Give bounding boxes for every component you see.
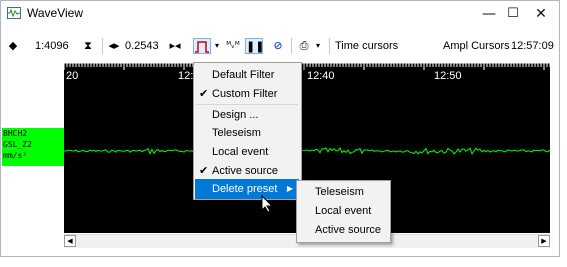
title-bar: WaveView — ☐ ✕ xyxy=(1,1,559,27)
toolbar: ◆ 1:4096 ⧗ ◂▸ 0.2543 ▸◂ ▾ ᴹᵥᴹ ❚❚ ⊘ ⎙ ▾ T… xyxy=(1,35,559,57)
window-title: WaveView xyxy=(27,6,84,20)
clock-time: 12:57:09 xyxy=(511,40,554,52)
channel-units: mm/s² xyxy=(3,151,28,160)
no-amplitude-icon[interactable]: ⊘ xyxy=(269,38,287,54)
seismic-trace xyxy=(64,147,550,155)
time-tick-label: 12:50 xyxy=(434,70,462,82)
hourglass-zoom-icon[interactable]: ⧗ xyxy=(81,38,95,54)
submenu-arrow-icon: ▶ xyxy=(286,184,293,193)
scroll-left-icon[interactable]: ◀ xyxy=(64,235,76,247)
menu-item-default-filter[interactable]: Default Filter xyxy=(195,65,299,85)
check-icon: ✔ xyxy=(199,165,209,177)
filter-dropdown-arrow-icon[interactable]: ▾ xyxy=(213,38,221,54)
close-button[interactable]: ✕ xyxy=(521,1,561,27)
delete-preset-submenu: Teleseism Local event Active source xyxy=(296,180,391,243)
time-tick-label: 12:40 xyxy=(307,70,335,82)
waveform-icon[interactable]: ᴹᵥᴹ xyxy=(223,38,243,54)
menu-item-design[interactable]: Design ... xyxy=(195,105,299,125)
submenu-item-active-source[interactable]: Active source xyxy=(298,220,388,240)
menu-item-local-event[interactable]: Local event xyxy=(195,142,299,162)
submenu-item-teleseism[interactable]: Teleseism xyxy=(298,182,388,202)
channel-station: BHCH2 xyxy=(3,129,28,138)
time-tick-label: 20 xyxy=(66,70,79,82)
horizontal-resize-icon[interactable]: ◂▸ xyxy=(107,38,121,54)
menu-item-custom-filter[interactable]: ✔ Custom Filter xyxy=(195,84,299,104)
pause-icon[interactable]: ❚❚ xyxy=(245,38,264,54)
waveview-app-icon xyxy=(7,7,21,19)
time-scale: 0.2543 xyxy=(125,40,159,52)
zoom-level: 1:4096 xyxy=(35,40,69,52)
channel-list-panel: BHCH2 GSL_Z2 mm/s² xyxy=(2,63,64,245)
filter-menu: Default Filter ✔ Custom Filter Design ..… xyxy=(193,62,302,200)
vertical-resize-icon[interactable]: ◆ xyxy=(7,38,19,54)
filter-icon[interactable] xyxy=(193,38,211,54)
menu-item-teleseism[interactable]: Teleseism xyxy=(195,123,299,143)
mouse-pointer-icon xyxy=(261,195,273,213)
time-cursors-label[interactable]: Time cursors xyxy=(335,35,398,57)
channel-label[interactable]: BHCH2 GSL_Z2 mm/s² xyxy=(2,128,64,166)
menu-item-delete-preset[interactable]: Delete preset ▶ xyxy=(195,179,299,199)
menu-item-active-source[interactable]: ✔ Active source xyxy=(195,161,299,181)
submenu-item-local-event[interactable]: Local event xyxy=(298,201,388,221)
channel-component: GSL_Z2 xyxy=(3,140,32,149)
fit-width-icon[interactable]: ▸◂ xyxy=(167,38,183,54)
printer-icon[interactable]: ⎙ xyxy=(296,38,312,54)
print-dropdown-arrow-icon[interactable]: ▾ xyxy=(314,38,322,54)
check-icon: ✔ xyxy=(199,88,209,100)
scroll-right-icon[interactable]: ▶ xyxy=(538,235,550,247)
ampl-cursors-label[interactable]: Ampl Cursors xyxy=(443,35,510,57)
